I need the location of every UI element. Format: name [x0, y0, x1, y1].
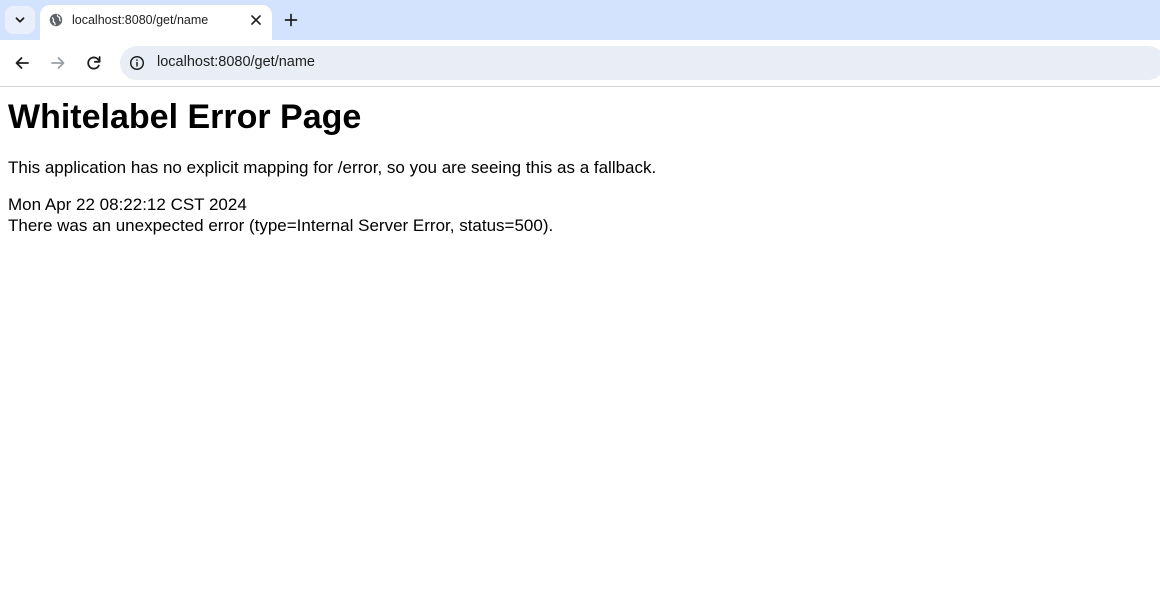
globe-icon — [49, 13, 63, 27]
back-arrow-icon[interactable] — [12, 53, 32, 73]
page-content: Whitelabel Error Page This application h… — [8, 87, 1148, 236]
tab-search-button[interactable] — [5, 6, 35, 34]
error-description: There was an unexpected error (type=Inte… — [8, 216, 554, 235]
page-title: Whitelabel Error Page — [8, 98, 362, 136]
address-bar-url[interactable]: localhost:8080/get/name — [157, 54, 315, 70]
fallback-message: This application has no explicit mapping… — [8, 158, 657, 177]
forward-arrow-icon[interactable] — [48, 53, 68, 73]
close-icon[interactable] — [249, 13, 263, 27]
address-bar[interactable]: localhost:8080/get/name — [120, 46, 1160, 80]
tab-strip: localhost:8080/get/name — [0, 0, 1160, 40]
reload-icon[interactable] — [84, 53, 104, 73]
error-timestamp: Mon Apr 22 08:22:12 CST 2024 — [8, 195, 247, 214]
browser-tab[interactable]: localhost:8080/get/name — [40, 5, 272, 40]
chevron-down-icon — [15, 17, 25, 23]
error-details: Mon Apr 22 08:22:12 CST 2024 There was a… — [8, 194, 1148, 236]
plus-icon[interactable] — [282, 11, 300, 29]
browser-toolbar: localhost:8080/get/name — [0, 40, 1160, 87]
tab-title: localhost:8080/get/name — [72, 13, 209, 27]
info-icon[interactable] — [129, 55, 145, 71]
